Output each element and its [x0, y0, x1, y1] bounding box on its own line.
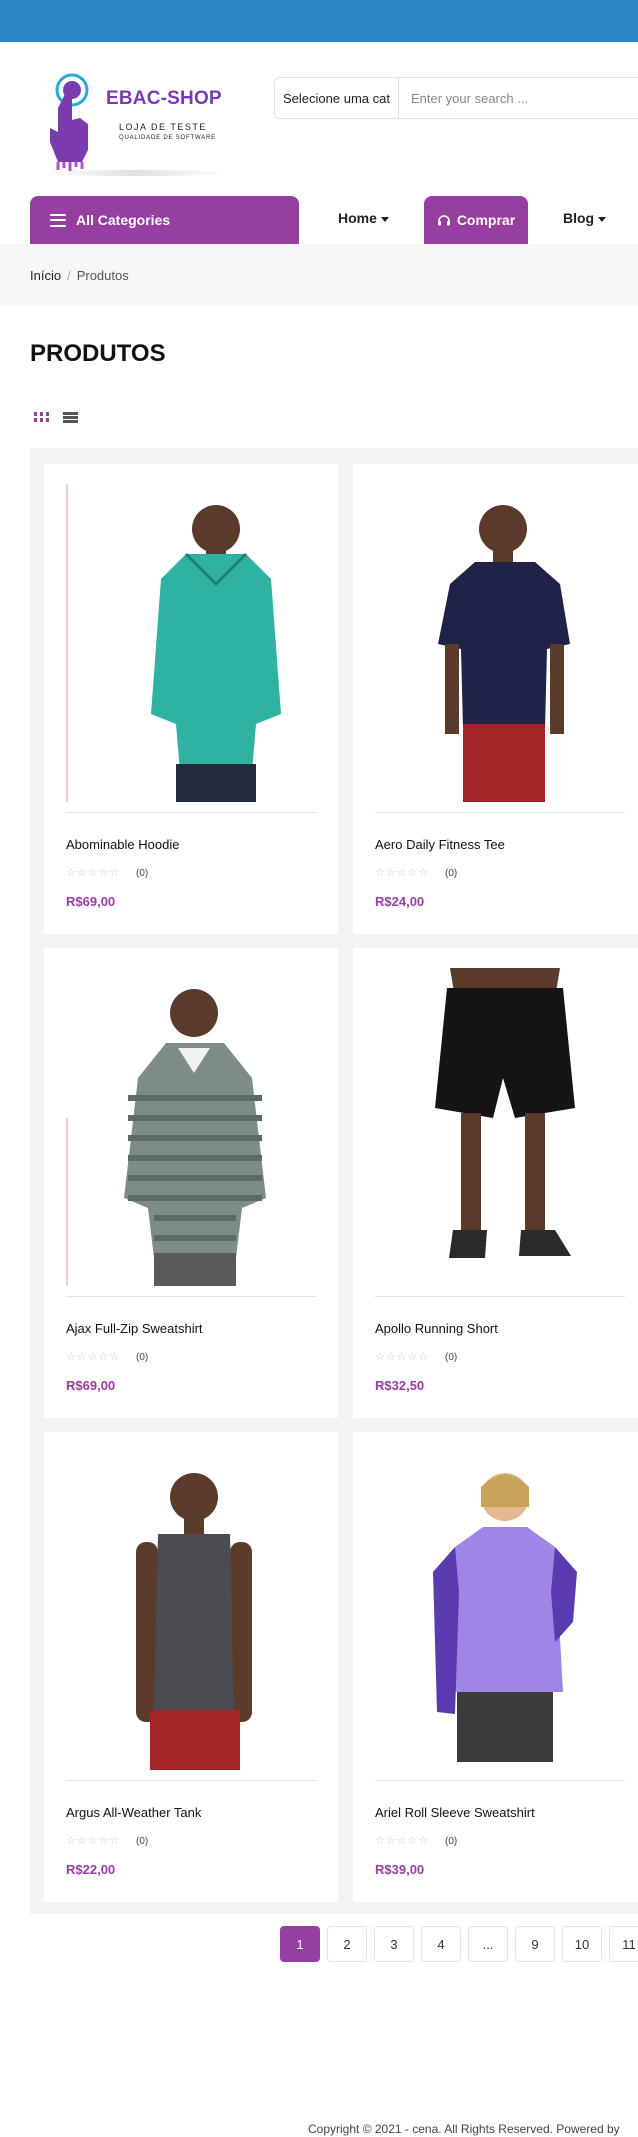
brand-tagline: LOJA DE TESTE: [119, 122, 207, 132]
product-image[interactable]: [375, 968, 625, 1286]
nav-blog-label: Blog: [563, 210, 595, 226]
page-button-1[interactable]: 1: [280, 1926, 320, 1962]
breadcrumb-separator: /: [67, 268, 71, 283]
pagination: 1 2 3 4 ... 9 10 11: [280, 1926, 638, 1962]
footer-copyright: Copyright © 2021 - cena. All Rights Rese…: [308, 2122, 620, 2136]
chevron-down-icon: [380, 216, 389, 222]
product-image[interactable]: [375, 484, 625, 802]
product-photo-hoodie: [66, 484, 281, 802]
all-categories-button[interactable]: All Categories: [30, 196, 299, 244]
page-ellipsis: ...: [468, 1926, 508, 1962]
product-photo-tank: [136, 1473, 252, 1770]
page-button-11[interactable]: 11: [609, 1926, 638, 1962]
all-categories-label: All Categories: [76, 212, 171, 228]
review-count: (0): [445, 1352, 458, 1363]
breadcrumb: Início / Produtos: [30, 268, 129, 283]
product-name[interactable]: Argus All-Weather Tank: [66, 1805, 201, 1820]
card-divider: [66, 1296, 316, 1297]
headset-icon: [437, 215, 450, 226]
review-count: (0): [445, 1836, 458, 1847]
product-price: R$22,00: [66, 1862, 116, 1877]
search-category-select[interactable]: Selecione uma cat: [275, 78, 399, 118]
product-name[interactable]: Apollo Running Short: [375, 1321, 498, 1336]
page-button-3[interactable]: 3: [374, 1926, 414, 1962]
search-input[interactable]: [399, 78, 638, 118]
comprar-label: Comprar: [456, 212, 516, 228]
logo-shadow: [40, 170, 230, 176]
product-card[interactable]: Argus All-Weather Tank ☆☆☆☆☆ (0) R$22,00: [44, 1432, 338, 1902]
product-name[interactable]: Ariel Roll Sleeve Sweatshirt: [375, 1805, 535, 1820]
product-name[interactable]: Aero Daily Fitness Tee: [375, 837, 505, 852]
card-divider: [375, 1780, 625, 1781]
nav-home-label: Home: [338, 210, 377, 226]
product-name[interactable]: Ajax Full-Zip Sweatshirt: [66, 1321, 203, 1336]
product-card[interactable]: Abominable Hoodie ☆☆☆☆☆ (0) R$69,00: [44, 464, 338, 934]
product-price: R$39,00: [375, 1862, 425, 1877]
card-divider: [66, 812, 316, 813]
rating-stars: ☆☆☆☆☆: [375, 1835, 430, 1847]
product-photo-shorts: [435, 968, 575, 1258]
product-grid: Abominable Hoodie ☆☆☆☆☆ (0) R$69,00 Aero…: [30, 448, 638, 1914]
page-button-4[interactable]: 4: [421, 1926, 461, 1962]
product-image[interactable]: [66, 968, 316, 1286]
product-image[interactable]: [66, 484, 316, 802]
review-count: (0): [136, 1836, 149, 1847]
breadcrumb-current: Produtos: [76, 268, 129, 283]
rating-stars: ☆☆☆☆☆: [66, 867, 121, 879]
page-button-10[interactable]: 10: [562, 1926, 602, 1962]
card-divider: [375, 1296, 625, 1297]
page-button-2[interactable]: 2: [327, 1926, 367, 1962]
page-title: PRODUTOS: [30, 340, 166, 367]
hand-pointer-icon: [50, 73, 89, 171]
comprar-button[interactable]: Comprar: [424, 196, 528, 244]
card-divider: [375, 812, 625, 813]
product-price: R$69,00: [66, 894, 116, 909]
review-count: (0): [136, 868, 149, 879]
top-bar: [0, 0, 638, 42]
product-card[interactable]: Apollo Running Short ☆☆☆☆☆ (0) R$32,50: [353, 948, 638, 1418]
rating-stars: ☆☆☆☆☆: [66, 1351, 121, 1363]
hamburger-icon: [50, 213, 66, 227]
brand-name: EBAC-SHOP: [106, 88, 222, 109]
review-count: (0): [445, 868, 458, 879]
rating-stars: ☆☆☆☆☆: [66, 1835, 121, 1847]
product-image[interactable]: [375, 1452, 625, 1770]
card-divider: [66, 1780, 316, 1781]
nav-blog[interactable]: Blog: [563, 210, 607, 226]
search-bar: Selecione uma cat: [274, 77, 638, 119]
nav-home[interactable]: Home: [338, 210, 389, 226]
product-card[interactable]: Ajax Full-Zip Sweatshirt ☆☆☆☆☆ (0) R$69,…: [44, 948, 338, 1418]
breadcrumb-home[interactable]: Início: [30, 268, 61, 283]
product-photo-tee: [438, 505, 570, 802]
product-photo-sweatshirt: [66, 989, 266, 1286]
list-view-icon[interactable]: [63, 412, 78, 423]
brand-subtagline: QUALIDADE DE SOFTWARE: [119, 135, 216, 141]
product-card[interactable]: Ariel Roll Sleeve Sweatshirt ☆☆☆☆☆ (0) R…: [353, 1432, 638, 1902]
product-price: R$32,50: [375, 1378, 425, 1393]
rating-stars: ☆☆☆☆☆: [375, 867, 430, 879]
grid-view-icon[interactable]: [34, 412, 49, 424]
page-button-9[interactable]: 9: [515, 1926, 555, 1962]
site-logo[interactable]: EBAC-SHOP LOJA DE TESTE QUALIDADE DE SOF…: [40, 72, 230, 178]
chevron-down-icon: [598, 216, 607, 222]
rating-stars: ☆☆☆☆☆: [375, 1351, 430, 1363]
product-price: R$24,00: [375, 894, 425, 909]
product-card[interactable]: Aero Daily Fitness Tee ☆☆☆☆☆ (0) R$24,00: [353, 464, 638, 934]
review-count: (0): [136, 1352, 149, 1363]
product-image[interactable]: [66, 1452, 316, 1770]
product-photo-roll-sleeve: [433, 1473, 577, 1762]
product-price: R$69,00: [66, 1378, 116, 1393]
product-name[interactable]: Abominable Hoodie: [66, 837, 179, 852]
